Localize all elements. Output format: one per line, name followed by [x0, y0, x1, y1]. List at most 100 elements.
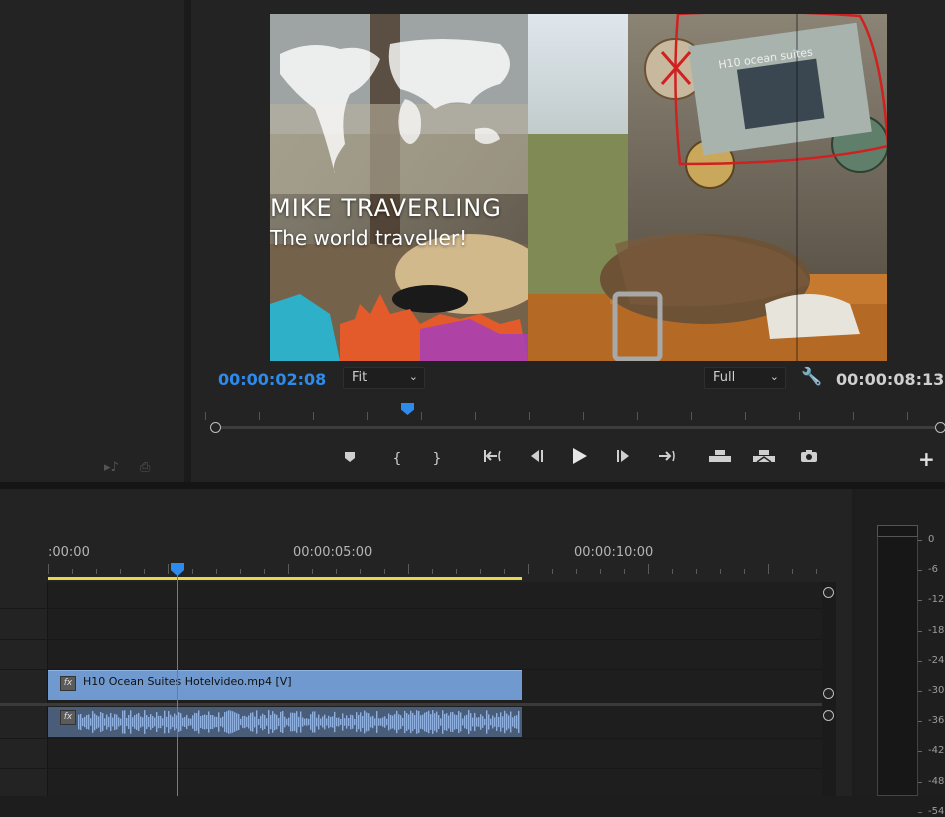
fx-badge[interactable]: fx	[60, 710, 76, 725]
waveform-bar	[498, 716, 500, 728]
ruler-tick	[216, 569, 217, 574]
lift-button[interactable]	[707, 448, 733, 470]
export-frame-icon[interactable]: ⎙	[140, 460, 150, 475]
waveform-bar	[508, 715, 510, 729]
add-marker-button[interactable]	[340, 448, 360, 470]
waveform-bar	[104, 718, 106, 726]
video-preview[interactable]: MIKE TRAVERLING The world traveller! H10…	[270, 14, 887, 361]
go-to-in-button[interactable]	[481, 448, 505, 470]
waveform-bar	[162, 718, 164, 726]
waveform-bar	[356, 712, 358, 732]
waveform-bar	[460, 712, 462, 732]
waveform-bar	[172, 716, 174, 728]
waveform-bar	[350, 714, 352, 730]
waveform-bar	[282, 710, 284, 734]
waveform-bar	[262, 713, 264, 731]
ruler-tick	[288, 564, 289, 574]
panel-divider-horizontal[interactable]	[0, 482, 945, 489]
waveform-bar	[410, 710, 412, 734]
waveform-bar	[240, 718, 242, 726]
waveform-bar	[454, 714, 456, 730]
waveform-bar	[422, 714, 424, 730]
waveform-bar	[128, 715, 130, 729]
ruler-tick	[72, 569, 73, 574]
db-label: -24	[928, 654, 945, 666]
ruler-tick	[205, 412, 206, 420]
ruler-tick	[240, 569, 241, 574]
waveform-bar	[194, 712, 196, 732]
video-frame-image	[270, 14, 887, 361]
waveform-bar	[398, 714, 400, 730]
video-clip[interactable]: fx H10 Ocean Suites Hotelvideo.mp4 [V]	[48, 670, 522, 700]
waveform-bar	[318, 714, 320, 730]
waveform-bar	[462, 718, 464, 726]
waveform-bar	[438, 715, 440, 729]
track-zoom-handle[interactable]	[823, 587, 834, 598]
playback-resolution-dropdown[interactable]: Full ⌄	[704, 367, 786, 389]
waveform-bar	[392, 715, 394, 729]
waveform-bar	[434, 713, 436, 731]
waveform-bar	[396, 710, 398, 734]
waveform-bar	[242, 716, 244, 728]
db-tick	[918, 781, 922, 783]
waveform-bar	[286, 718, 288, 726]
waveform-bar	[142, 717, 144, 727]
waveform-bar	[180, 713, 182, 731]
waveform-bar	[458, 711, 460, 733]
ruler-tick	[120, 569, 121, 574]
ruler-tick	[600, 569, 601, 574]
waveform-bar	[502, 716, 504, 728]
panel-divider[interactable]	[184, 0, 191, 482]
waveform-bar	[178, 712, 180, 732]
waveform-bar	[94, 713, 96, 731]
wrench-icon[interactable]: 🔧	[801, 367, 822, 387]
ruler-tick	[528, 564, 529, 574]
extract-button[interactable]	[751, 448, 777, 470]
add-button[interactable]: +	[918, 447, 935, 471]
waveform-bar	[220, 717, 222, 727]
waveform-bar	[118, 717, 120, 727]
video-audio-divider[interactable]	[0, 703, 822, 706]
waveform-bar	[188, 718, 190, 726]
waveform-bar	[366, 712, 368, 732]
scrollbar-left-handle[interactable]	[210, 422, 221, 433]
db-tick	[918, 540, 922, 541]
waveform-bar	[296, 711, 298, 733]
waveform-bar	[204, 714, 206, 730]
scrollbar-right-handle[interactable]	[935, 422, 945, 433]
go-to-out-icon	[659, 450, 675, 462]
ruler-tick	[48, 564, 49, 574]
timeline-ruler[interactable]	[48, 562, 821, 574]
track-zoom-handle[interactable]	[823, 710, 834, 721]
go-to-out-button[interactable]	[655, 448, 679, 470]
waveform-bar	[256, 710, 258, 734]
waveform-bar	[310, 714, 312, 730]
audio-clip[interactable]: fx	[48, 707, 522, 737]
waveform-bar	[110, 712, 112, 732]
waveform-bar	[442, 710, 444, 734]
export-frame-button[interactable]	[797, 448, 821, 470]
waveform-bar	[164, 710, 166, 734]
monitor-zoom-scrollbar[interactable]	[215, 426, 940, 429]
zoom-level-dropdown[interactable]: Fit ⌄	[343, 367, 425, 389]
step-back-button[interactable]	[525, 448, 547, 470]
track-zoom-handle[interactable]	[823, 688, 834, 699]
ruler-tick	[907, 412, 908, 420]
waveform-bar	[406, 713, 408, 731]
monitor-time-ruler[interactable]	[205, 406, 940, 420]
ruler-tick	[691, 412, 692, 420]
current-timecode[interactable]: 00:00:02:08	[218, 370, 326, 389]
fx-badge[interactable]: fx	[60, 676, 76, 691]
step-forward-button[interactable]	[613, 448, 635, 470]
work-area-bar[interactable]	[48, 577, 522, 580]
waveform-bar	[512, 717, 514, 727]
play-button[interactable]	[567, 448, 591, 470]
waveform-bar	[510, 711, 512, 733]
waveform-bar	[102, 713, 104, 731]
mark-in-button[interactable]: {	[388, 448, 406, 470]
waveform-bar	[294, 713, 296, 731]
waveform-bar	[298, 716, 300, 728]
waveform-bar	[156, 712, 158, 732]
mark-out-button[interactable]: }	[428, 448, 446, 470]
music-note-insert-icon[interactable]: ▸♪	[104, 460, 119, 475]
